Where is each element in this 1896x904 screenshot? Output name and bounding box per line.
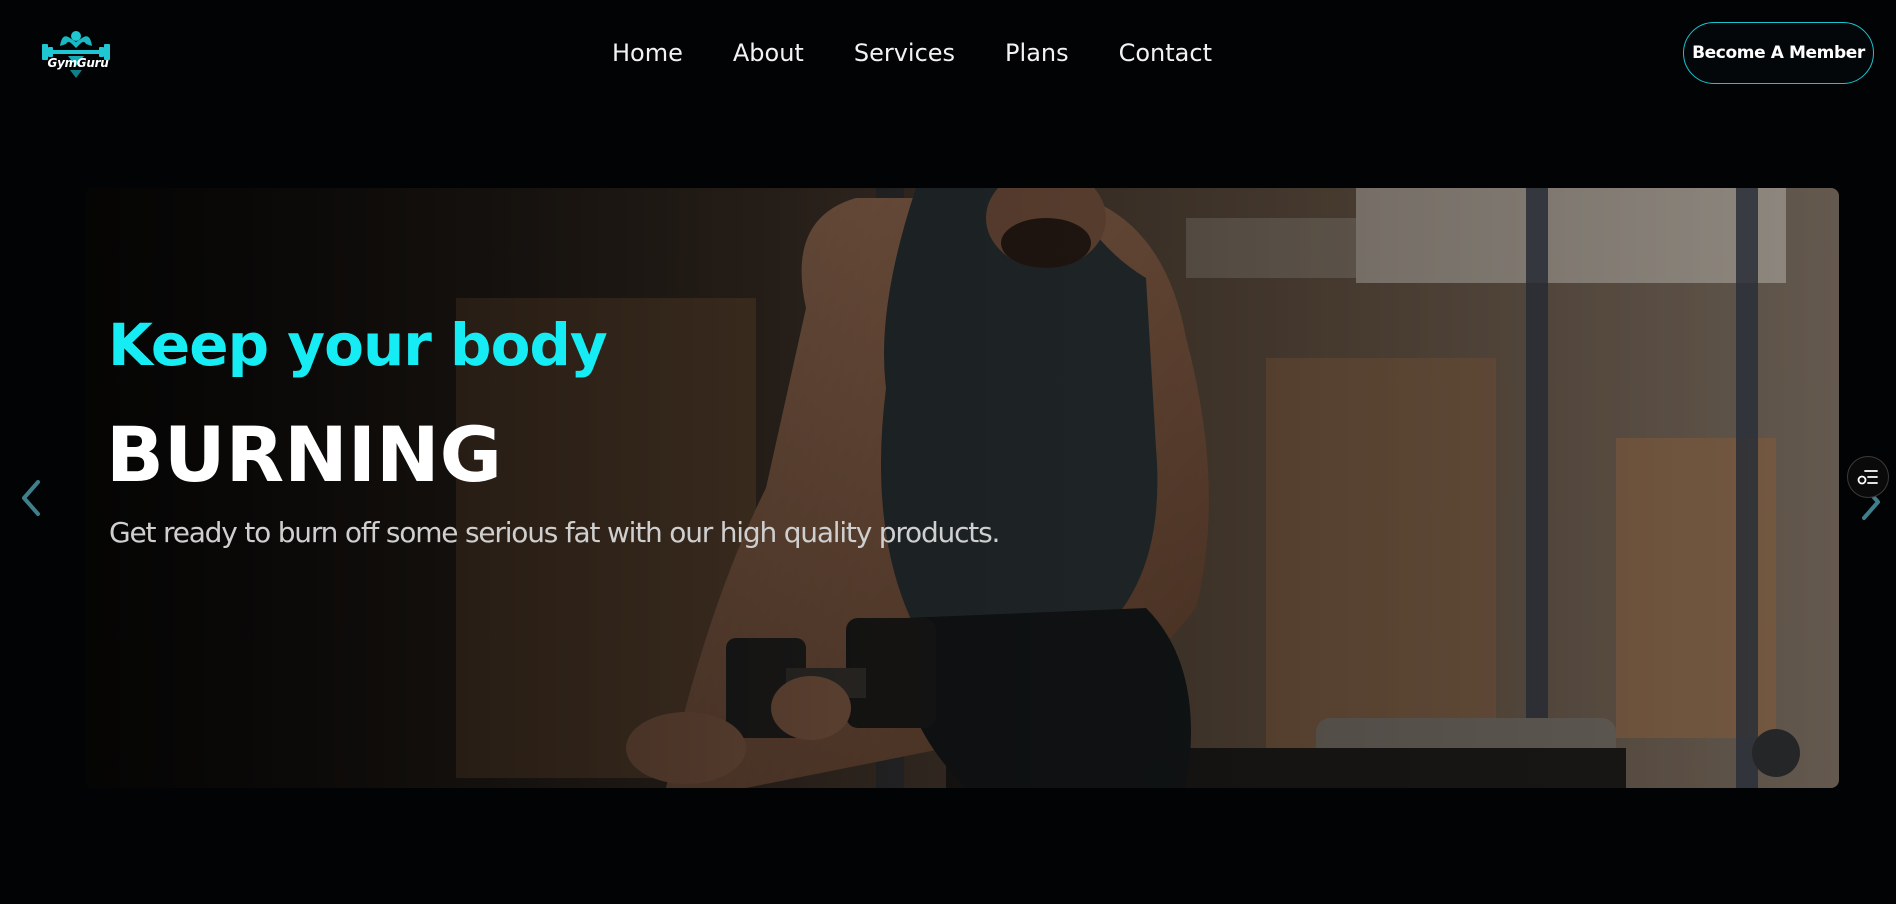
brand-logo[interactable]: GymGuru bbox=[40, 26, 112, 82]
settings-list-icon bbox=[1857, 470, 1878, 485]
nav-item-about[interactable]: About bbox=[733, 39, 804, 67]
nav-item-home[interactable]: Home bbox=[612, 39, 683, 67]
hero-headline: BURNING bbox=[106, 410, 503, 499]
chevron-left-icon bbox=[22, 480, 40, 516]
nav-item-services[interactable]: Services bbox=[854, 39, 955, 67]
hero-subtitle: Get ready to burn off some serious fat w… bbox=[109, 516, 1000, 549]
settings-list-button[interactable] bbox=[1847, 456, 1889, 498]
brand-name: GymGuru bbox=[47, 56, 109, 70]
become-member-button[interactable]: Become A Member bbox=[1683, 22, 1874, 84]
hero-tagline: Keep your body bbox=[108, 311, 608, 379]
carousel-prev-button[interactable] bbox=[10, 468, 50, 528]
muscle-dumbbell-logo-icon bbox=[42, 31, 110, 78]
hero-slide: Keep your body BURNING Get ready to burn… bbox=[86, 188, 1839, 788]
site-header: GymGuru Home About Services Plans Contac… bbox=[0, 0, 1896, 106]
nav-item-plans[interactable]: Plans bbox=[1005, 39, 1069, 67]
nav-item-contact[interactable]: Contact bbox=[1119, 39, 1212, 67]
main-nav: Home About Services Plans Contact bbox=[612, 36, 1212, 70]
